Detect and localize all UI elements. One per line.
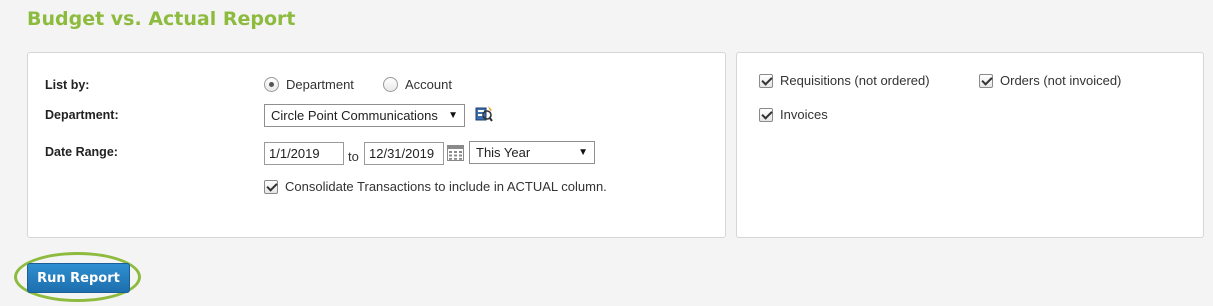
date-preset-select[interactable]: This Year ▼ — [469, 141, 595, 164]
radio-department-button[interactable] — [264, 77, 279, 92]
list-by-label: List by: — [45, 78, 90, 92]
orders-checkbox[interactable] — [979, 73, 993, 88]
run-report-button[interactable]: Run Report — [27, 263, 130, 293]
page-title: Budget vs. Actual Report — [27, 8, 296, 30]
department-select-value: Circle Point Communications — [271, 108, 438, 123]
department-label: Department: — [45, 108, 119, 122]
radio-account-label[interactable]: Account — [405, 77, 452, 92]
date-from-input[interactable]: 1/1/2019 — [264, 142, 344, 165]
department-select[interactable]: Circle Point Communications ▼ — [264, 104, 465, 127]
date-range-label: Date Range: — [45, 145, 118, 159]
consolidate-checkbox[interactable] — [264, 179, 278, 194]
orders-checkbox-row[interactable]: Orders (not invoiced) — [979, 73, 1121, 88]
date-preset-value: This Year — [476, 145, 531, 160]
calendar-icon[interactable] — [447, 145, 464, 161]
consolidate-label[interactable]: Consolidate Transactions to include in A… — [285, 179, 607, 194]
invoices-checkbox[interactable] — [759, 107, 773, 122]
radio-account-button[interactable] — [383, 77, 398, 92]
radio-account[interactable]: Account — [383, 77, 452, 92]
chevron-down-icon: ▼ — [448, 110, 458, 121]
requisitions-checkbox[interactable] — [759, 73, 773, 88]
department-lookup-icon[interactable] — [475, 105, 493, 123]
radio-department[interactable]: Department — [264, 77, 354, 92]
chevron-down-icon: ▼ — [578, 147, 588, 158]
requisitions-checkbox-row[interactable]: Requisitions (not ordered) — [759, 73, 930, 88]
consolidate-checkbox-row[interactable]: Consolidate Transactions to include in A… — [264, 179, 607, 194]
invoices-checkbox-row[interactable]: Invoices — [759, 107, 828, 122]
date-range-to-text: to — [348, 149, 359, 164]
date-to-input[interactable]: 12/31/2019 — [364, 142, 444, 165]
invoices-label[interactable]: Invoices — [780, 107, 828, 122]
radio-department-label[interactable]: Department — [286, 77, 354, 92]
orders-label[interactable]: Orders (not invoiced) — [1000, 73, 1121, 88]
requisitions-label[interactable]: Requisitions (not ordered) — [780, 73, 930, 88]
